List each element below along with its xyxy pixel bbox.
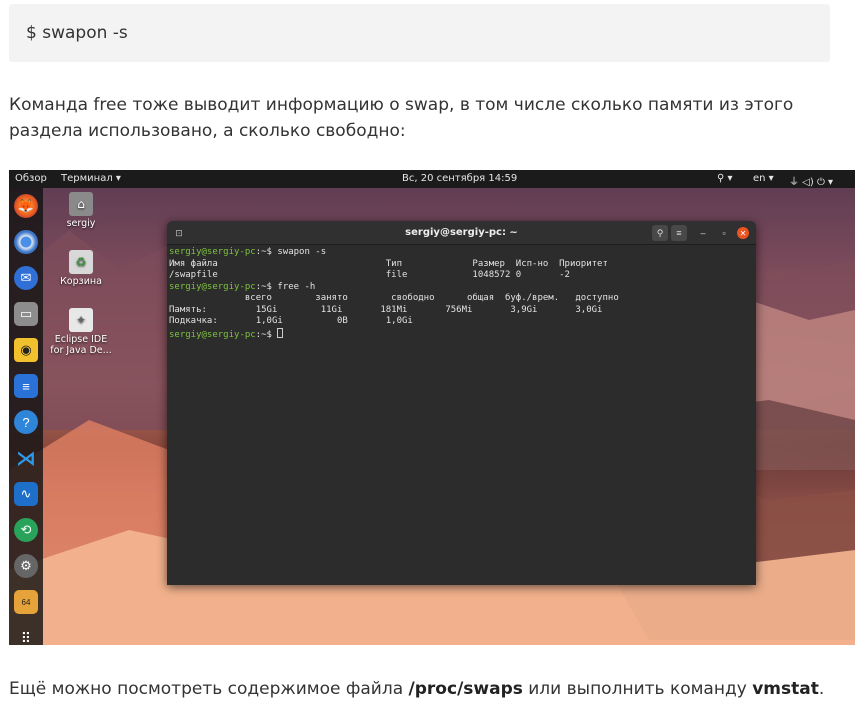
system-tray[interactable]: ⏚ ◁) ⏻ ▾ xyxy=(789,173,833,188)
terminal-line: всего занято свободно общая буф./врем. д… xyxy=(169,293,619,303)
home-folder-icon: ⌂ xyxy=(69,192,93,216)
libreoffice-writer-icon[interactable]: ≡ xyxy=(14,374,38,398)
paragraph-proc-swaps: Ещё можно посмотреть содержимое файла /p… xyxy=(9,679,825,699)
terminal-titlebar[interactable]: ⊡ sergiy@sergiy-pc: ~ ⚲ ≡ – ▫ ✕ xyxy=(167,221,756,245)
desktop-icon-home[interactable]: ⌂ sergiy xyxy=(50,192,112,229)
gnome-64-icon[interactable]: 64 xyxy=(14,590,38,614)
activities-button[interactable]: Обзор xyxy=(15,173,47,184)
code-block: $ swapon -s xyxy=(9,4,830,62)
desktop-icon-trash[interactable]: ♻ Корзина xyxy=(50,250,112,287)
desktop-icon-eclipse[interactable]: ✦ Eclipse IDE for Java De... xyxy=(48,308,114,356)
terminal-line: sergiy@sergiy-pc:~$ xyxy=(169,327,754,342)
dock: 🦊 ✉ ▭ ◉ ≡ ? ⋊ ∿ ⟲ ⚙ 64 ⠿ xyxy=(9,188,43,645)
accessibility-menu[interactable]: ⚲ ▾ xyxy=(717,173,733,184)
system-monitor-icon[interactable]: ∿ xyxy=(14,482,38,506)
terminal-window[interactable]: ⊡ sergiy@sergiy-pc: ~ ⚲ ≡ – ▫ ✕ sergiy@s… xyxy=(167,221,756,585)
terminal-line: Память: 15Gi 11Gi 181Mi 756Mi 3,9Gi 3,0G… xyxy=(169,304,603,315)
terminal-app-menu[interactable]: Терминал ▾ xyxy=(61,173,121,184)
trash-icon: ♻ xyxy=(69,250,93,274)
terminal-line: /swapfile file 1048572 0 -2 xyxy=(169,270,570,280)
close-icon[interactable]: ✕ xyxy=(737,227,749,239)
settings-icon[interactable]: ⚙ xyxy=(14,554,38,578)
help-icon[interactable]: ? xyxy=(14,410,38,434)
terminal-line: Подкачка: 1,0Gi 0B 1,0Gi xyxy=(169,316,413,326)
maximize-icon[interactable]: ▫ xyxy=(716,225,732,241)
eclipse-icon: ✦ xyxy=(69,308,93,332)
language-menu[interactable]: en ▾ xyxy=(753,173,774,184)
vscode-icon[interactable]: ⋊ xyxy=(14,446,38,470)
terminal-line: Имя файла Тип Размер Исп-но Приоритет xyxy=(169,258,608,269)
minimize-icon[interactable]: – xyxy=(695,225,711,241)
app-grid-icon[interactable]: ⠿ xyxy=(14,626,38,646)
search-icon[interactable]: ⚲ xyxy=(652,225,668,241)
firefox-icon[interactable]: 🦊 xyxy=(14,194,38,218)
vmstat-command: vmstat xyxy=(752,679,819,699)
terminal-line: sergiy@sergiy-pc:~$ swapon -s xyxy=(169,247,327,257)
rhythmbox-icon[interactable]: ◉ xyxy=(14,338,38,362)
code-command: $ swapon -s xyxy=(26,23,128,43)
chromium-icon[interactable] xyxy=(14,230,38,254)
files-icon[interactable]: ▭ xyxy=(14,302,38,326)
terminal-cursor xyxy=(277,327,284,338)
paragraph-free: Команда free тоже выводит информацию о s… xyxy=(9,95,794,141)
terminal-line: sergiy@sergiy-pc:~$ free -h xyxy=(169,281,316,292)
clock[interactable]: Вс, 20 сентября 14:59 xyxy=(402,173,517,184)
proc-swaps-file: /proc/swaps xyxy=(408,679,523,699)
menu-icon[interactable]: ≡ xyxy=(671,225,687,241)
desktop-screenshot: Обзор Терминал ▾ Вс, 20 сентября 14:59 ⚲… xyxy=(9,170,855,645)
thunderbird-icon[interactable]: ✉ xyxy=(14,266,38,290)
software-icon[interactable]: ⟲ xyxy=(14,518,38,542)
top-bar: Обзор Терминал ▾ Вс, 20 сентября 14:59 ⚲… xyxy=(9,170,855,188)
terminal-output[interactable]: sergiy@sergiy-pc:~$ swapon -s Имя файла Т… xyxy=(169,247,754,583)
